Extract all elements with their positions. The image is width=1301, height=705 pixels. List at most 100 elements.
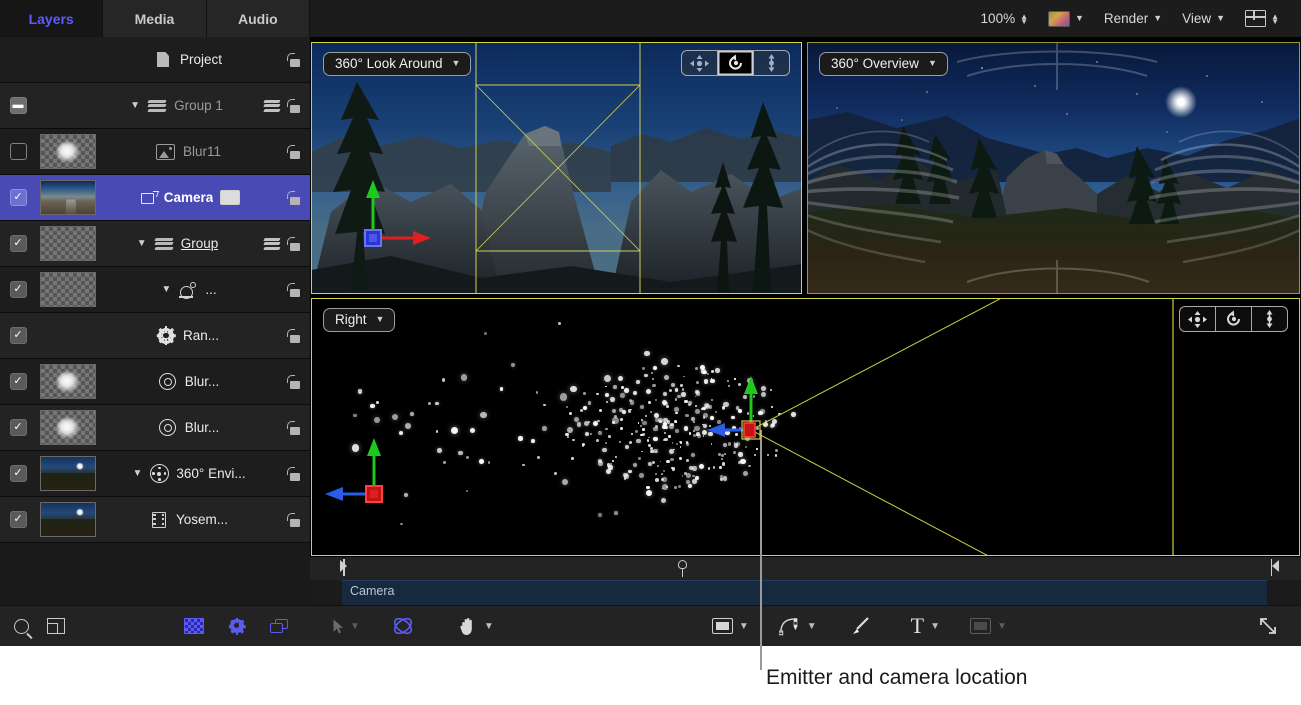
3d-axis-widget[interactable] (311, 42, 802, 294)
list-item[interactable]: ✓ ▼ ... (0, 267, 310, 313)
pan-3d-tool[interactable] (1180, 307, 1216, 331)
lock-icon[interactable] (287, 283, 300, 297)
timeline-ruler[interactable] (310, 557, 1301, 581)
list-item[interactable]: ✓ Yosem... (0, 497, 310, 543)
lock-icon[interactable] (287, 329, 300, 343)
orbit-3d-tool[interactable] (1216, 307, 1252, 331)
list-item[interactable]: Blur11 (0, 129, 310, 175)
list-item[interactable]: ✓ Ran... (0, 313, 310, 359)
layer-checkbox-slot[interactable]: ✓ (0, 419, 36, 436)
layer-checkbox-slot[interactable]: ✓ (0, 511, 36, 528)
overview-scene-art (807, 42, 1300, 294)
camera-view-badge-icon[interactable] (220, 190, 240, 205)
list-item[interactable]: ✓ Blur... (0, 405, 310, 451)
viewport-right[interactable]: Right ▼ (311, 298, 1300, 556)
list-item[interactable]: ✓ ▼ Group (0, 221, 310, 267)
layer-enable-checkbox[interactable]: ✓ (10, 511, 27, 528)
shape-tool[interactable]: ▼ (703, 611, 758, 641)
disclosure-triangle-icon[interactable]: ▼ (129, 101, 141, 111)
sun-icon[interactable] (230, 619, 244, 633)
timeline-track[interactable]: Camera (310, 580, 1301, 605)
360-env-icon (149, 465, 169, 483)
viewport-look-around[interactable]: 360° Look Around ▼ (311, 42, 802, 294)
checkerboard-icon[interactable] (184, 618, 204, 634)
disclosure-triangle-icon[interactable]: ▼ (160, 285, 172, 295)
viewport-3d-tools[interactable] (681, 50, 790, 76)
layer-checkbox-slot[interactable]: ✓ (0, 281, 36, 298)
layer-checkbox-slot[interactable]: ▬ (0, 97, 36, 114)
layer-enable-checkbox[interactable]: ✓ (10, 189, 27, 206)
expand-canvas-button[interactable] (1249, 611, 1287, 641)
mask-icon[interactable] (47, 618, 65, 634)
list-item[interactable]: ✓ Blur... (0, 359, 310, 405)
layer-enable-checkbox[interactable] (10, 143, 27, 160)
paint-stroke-tool[interactable] (842, 611, 880, 641)
layer-enable-checkbox[interactable]: ✓ (10, 281, 27, 298)
viewport-look-around-menu[interactable]: 360° Look Around ▼ (323, 52, 471, 76)
group-stack-icon[interactable] (264, 100, 280, 112)
keyframe-marker-icon[interactable] (678, 560, 687, 576)
layer-checkbox-slot[interactable]: ✓ (0, 327, 36, 344)
play-range-end-marker[interactable] (1272, 560, 1279, 572)
layer-checkbox-slot[interactable]: ✓ (0, 189, 36, 206)
text-tool[interactable]: T ▼ (902, 611, 949, 641)
disclosure-triangle-icon[interactable]: ▼ (136, 239, 148, 249)
duplicate-icon[interactable] (270, 619, 288, 633)
layer-enable-checkbox[interactable]: ✓ (10, 419, 27, 436)
lock-icon[interactable] (287, 237, 300, 251)
lock-icon[interactable] (287, 513, 300, 527)
layer-enable-checkbox[interactable]: ✓ (10, 373, 27, 390)
lock-icon[interactable] (287, 375, 300, 389)
dolly-3d-tool[interactable] (1252, 307, 1287, 331)
lock-icon[interactable] (287, 421, 300, 435)
viewport-right-menu[interactable]: Right ▼ (323, 308, 395, 332)
3d-transform-tool[interactable] (383, 611, 423, 641)
viewport-overview[interactable]: 360° Overview ▼ (807, 42, 1300, 294)
layer-checkbox-slot[interactable] (0, 143, 36, 160)
search-icon[interactable] (14, 619, 29, 634)
tab-media-label: Media (135, 11, 175, 27)
channel-color-control[interactable]: ▼ (1038, 6, 1094, 32)
layer-enable-checkbox[interactable]: ✓ (10, 235, 27, 252)
orbit-3d-tool[interactable] (718, 51, 754, 75)
lock-icon[interactable] (287, 191, 300, 205)
tab-audio[interactable]: Audio (207, 0, 310, 37)
camera-axis-widget[interactable] (311, 298, 1300, 556)
lock-icon[interactable] (287, 467, 300, 481)
list-item[interactable]: ✓ ▼ 360° Envi... (0, 451, 310, 497)
dolly-3d-tool[interactable] (754, 51, 789, 75)
viewport-overview-menu[interactable]: 360° Overview ▼ (819, 52, 948, 76)
mask-tool[interactable]: ▼ (961, 611, 1016, 641)
layer-checkbox-slot[interactable]: ✓ (0, 465, 36, 482)
bezier-tool[interactable]: ▼ (770, 611, 826, 641)
tab-layers[interactable]: Layers (0, 0, 103, 37)
timeline-track-bar[interactable] (342, 580, 1267, 605)
play-range-end-line (1271, 559, 1273, 576)
layout-menu[interactable]: ▲▼ (1235, 6, 1289, 32)
group-stack-icon[interactable] (264, 238, 280, 250)
tab-media[interactable]: Media (103, 0, 206, 37)
mini-timeline[interactable]: Camera (310, 557, 1301, 605)
layer-checkbox-slot[interactable]: ✓ (0, 373, 36, 390)
list-item[interactable]: Project (0, 37, 310, 83)
list-item[interactable]: ✓ Camera (0, 175, 310, 221)
list-item[interactable]: ▬ ▼ Group 1 (0, 83, 310, 129)
layer-enable-checkbox[interactable]: ✓ (10, 327, 27, 344)
select-tool[interactable]: ▼ (324, 611, 369, 641)
zoom-level-control[interactable]: 100% ▲▼ (971, 6, 1038, 32)
layers-list[interactable]: Project ▬ ▼ Group 1 (0, 37, 310, 605)
lock-icon[interactable] (287, 99, 300, 113)
viewport-3d-tools[interactable] (1179, 306, 1288, 332)
render-menu[interactable]: Render ▼ (1094, 6, 1172, 32)
layer-enable-checkbox[interactable]: ✓ (10, 465, 27, 482)
pan-tool[interactable]: ▼ (449, 611, 503, 641)
layer-name: Camera (164, 190, 214, 205)
lock-icon[interactable] (287, 53, 300, 67)
pan-3d-tool[interactable] (682, 51, 718, 75)
disclosure-triangle-icon[interactable]: ▼ (131, 469, 143, 479)
lock-icon[interactable] (287, 145, 300, 159)
layer-row-controls (287, 375, 310, 389)
layer-enable-checkbox[interactable]: ▬ (10, 97, 27, 114)
layer-checkbox-slot[interactable]: ✓ (0, 235, 36, 252)
view-menu[interactable]: View ▼ (1172, 6, 1235, 32)
